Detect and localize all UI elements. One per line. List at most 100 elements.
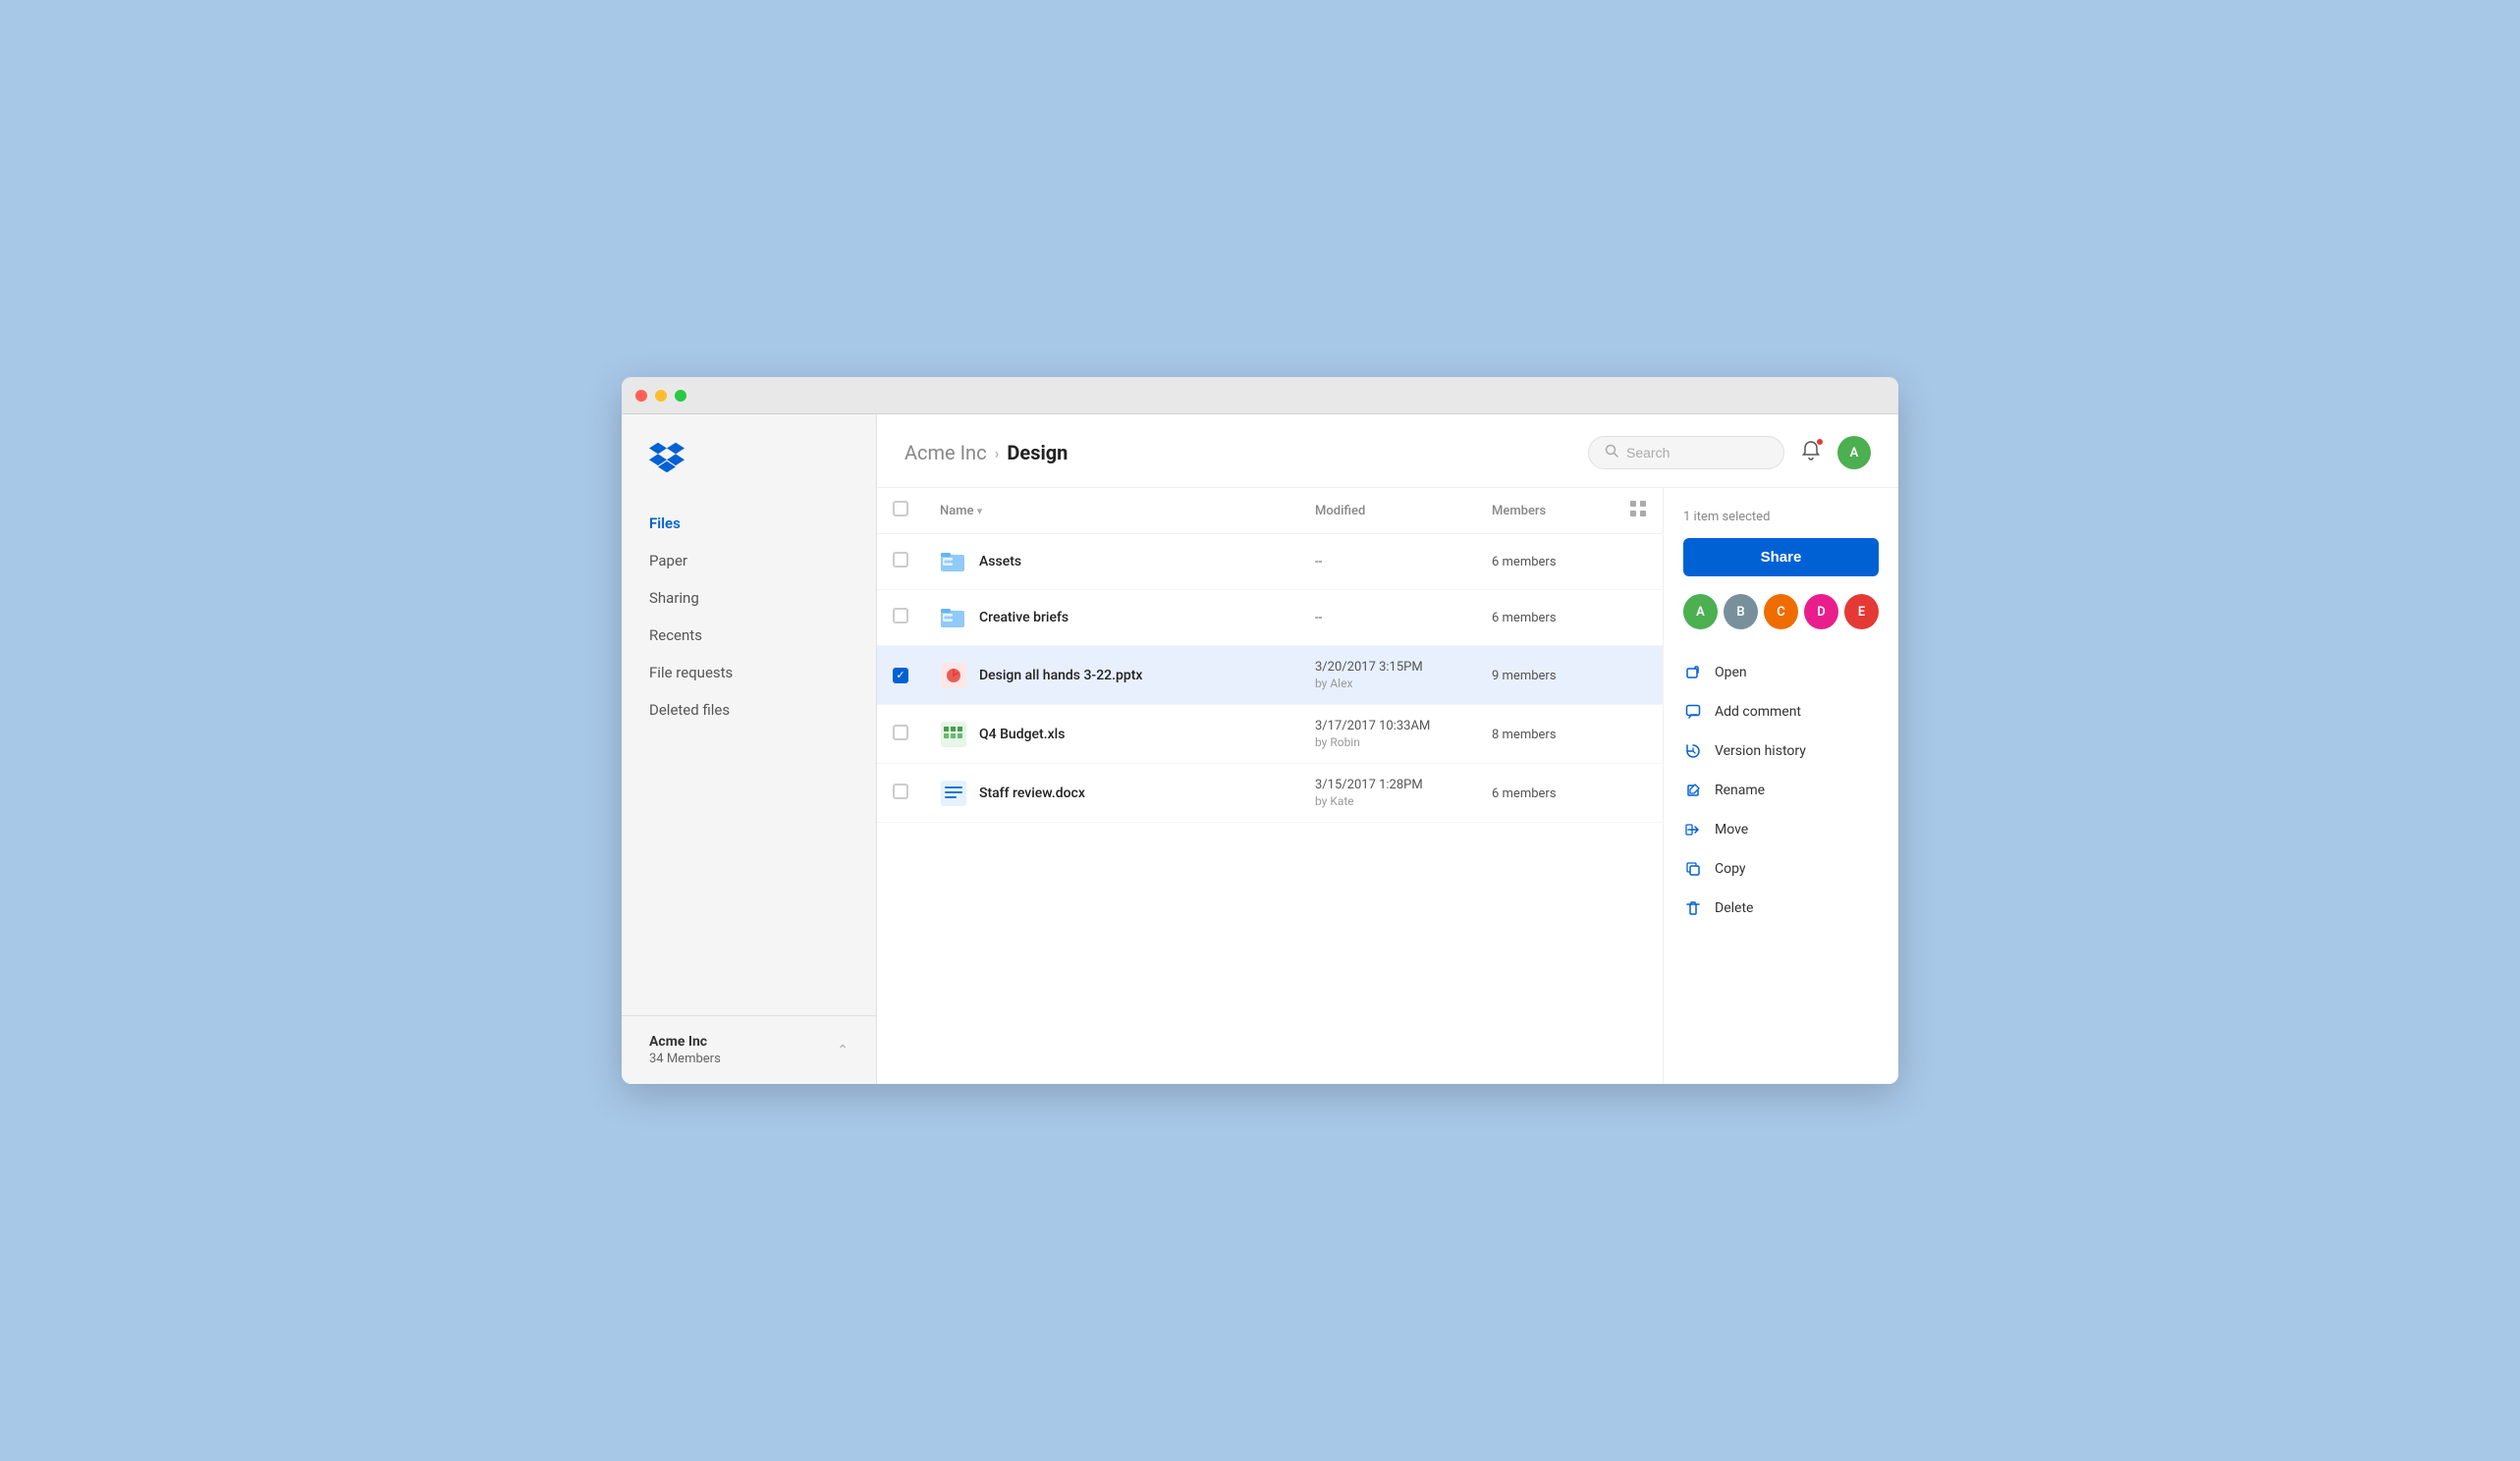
sidebar-item-recents[interactable]: Recents: [622, 617, 876, 654]
action-rename[interactable]: Rename: [1683, 771, 1879, 810]
action-copy[interactable]: Copy: [1683, 849, 1879, 889]
file-icon-folder-group: [940, 604, 967, 631]
modified-date: --: [1315, 555, 1322, 569]
user-avatar[interactable]: A: [1837, 436, 1871, 469]
traffic-light-red[interactable]: [635, 390, 647, 402]
action-delete[interactable]: Delete: [1683, 889, 1879, 928]
row-checkbox[interactable]: [893, 784, 908, 799]
td-checkbox[interactable]: [877, 764, 924, 823]
table-row[interactable]: Q4 Budget.xls 3/17/2017 10:33AM by Robin…: [877, 705, 1663, 764]
row-checkbox[interactable]: ✓: [893, 668, 908, 683]
selected-label: 1 item selected: [1683, 510, 1879, 524]
modified-date: 3/20/2017 3:15PM: [1315, 660, 1460, 675]
open-icon: [1683, 663, 1703, 682]
table-row[interactable]: ✓ Design all hands 3-22.pptx 3/20/2017 3…: [877, 646, 1663, 705]
file-icon-pptx: [940, 662, 967, 689]
td-actions: [1614, 646, 1663, 705]
member-avatar-2[interactable]: C: [1764, 594, 1798, 629]
breadcrumb-separator: ›: [995, 444, 1000, 462]
right-panel: 1 item selected Share ABCDE Open Add com…: [1663, 488, 1898, 1084]
row-checkbox[interactable]: [893, 725, 908, 740]
table-row[interactable]: Creative briefs -- 6 members: [877, 590, 1663, 646]
workspace-members: 34 Members: [649, 1052, 721, 1066]
notification-badge: [1816, 438, 1824, 446]
file-row: Creative briefs: [940, 604, 1284, 631]
td-name: Assets: [924, 534, 1299, 590]
modified-date: 3/17/2017 10:33AM: [1315, 719, 1460, 733]
search-bar[interactable]: [1588, 436, 1784, 469]
row-checkbox[interactable]: [893, 608, 908, 623]
search-input[interactable]: [1626, 445, 1768, 460]
main-content: Acme Inc › Design: [877, 414, 1898, 1084]
modified-by: by Robin: [1315, 735, 1460, 749]
modified-date: --: [1315, 611, 1322, 625]
th-view-toggle[interactable]: [1614, 488, 1663, 534]
sidebar-footer: Acme Inc 34 Members ⌃: [622, 1015, 876, 1084]
td-modified: --: [1299, 590, 1476, 646]
file-name: Q4 Budget.xls: [979, 727, 1065, 742]
td-checkbox[interactable]: [877, 534, 924, 590]
th-name[interactable]: Name ▾: [924, 488, 1299, 534]
history-icon: [1683, 741, 1703, 761]
members-count: 6 members: [1492, 611, 1557, 625]
td-members: 6 members: [1476, 590, 1614, 646]
row-checkbox[interactable]: [893, 552, 908, 568]
action-label-comment: Add comment: [1715, 704, 1801, 720]
td-checkbox[interactable]: [877, 705, 924, 764]
window-body: Files Paper Sharing Recents File request…: [622, 414, 1898, 1084]
td-checkbox[interactable]: ✓: [877, 646, 924, 705]
name-column-label: Name: [940, 504, 974, 518]
workspace-info: Acme Inc 34 Members: [649, 1034, 721, 1066]
member-avatar-0[interactable]: A: [1683, 594, 1718, 629]
workspace-row[interactable]: Acme Inc 34 Members ⌃: [649, 1034, 849, 1066]
td-name: Design all hands 3-22.pptx: [924, 646, 1299, 705]
th-members: Members: [1476, 488, 1614, 534]
sidebar-item-paper[interactable]: Paper: [622, 542, 876, 579]
traffic-light-green[interactable]: [675, 390, 686, 402]
file-row: Assets: [940, 548, 1284, 575]
sidebar-item-file-requests[interactable]: File requests: [622, 654, 876, 691]
breadcrumb-current: Design: [1007, 441, 1068, 464]
file-name: Design all hands 3-22.pptx: [979, 668, 1142, 683]
traffic-light-yellow[interactable]: [655, 390, 667, 402]
members-count: 8 members: [1492, 728, 1557, 742]
sidebar-item-sharing[interactable]: Sharing: [622, 579, 876, 617]
table-row[interactable]: Staff review.docx 3/15/2017 1:28PM by Ka…: [877, 764, 1663, 823]
sidebar-nav: Files Paper Sharing Recents File request…: [622, 505, 876, 1015]
comment-icon: [1683, 702, 1703, 722]
file-table: Name ▾ Modified Members: [877, 488, 1663, 823]
action-version-history[interactable]: Version history: [1683, 731, 1879, 771]
copy-icon: [1683, 859, 1703, 879]
member-avatar-1[interactable]: B: [1724, 594, 1758, 629]
sidebar-item-deleted-files[interactable]: Deleted files: [622, 691, 876, 729]
member-avatar-3[interactable]: D: [1804, 594, 1838, 629]
member-avatar-4[interactable]: E: [1844, 594, 1879, 629]
td-members: 6 members: [1476, 534, 1614, 590]
share-button[interactable]: Share: [1683, 538, 1879, 576]
action-move[interactable]: Move: [1683, 810, 1879, 849]
th-modified: Modified: [1299, 488, 1476, 534]
action-open[interactable]: Open: [1683, 653, 1879, 692]
sidebar: Files Paper Sharing Recents File request…: [622, 414, 877, 1084]
action-comment[interactable]: Add comment: [1683, 692, 1879, 731]
td-modified: 3/15/2017 1:28PM by Kate: [1299, 764, 1476, 823]
content-area: Name ▾ Modified Members: [877, 488, 1898, 1084]
members-column-label: Members: [1492, 504, 1546, 518]
sort-icon: ▾: [977, 505, 983, 517]
modified-by: by Alex: [1315, 676, 1460, 690]
th-select-all[interactable]: [877, 488, 924, 534]
td-modified: 3/20/2017 3:15PM by Alex: [1299, 646, 1476, 705]
notification-bell[interactable]: [1800, 440, 1822, 466]
table-row[interactable]: Assets -- 6 members: [877, 534, 1663, 590]
sidebar-item-files[interactable]: Files: [622, 505, 876, 542]
td-name: Q4 Budget.xls: [924, 705, 1299, 764]
td-checkbox[interactable]: [877, 590, 924, 646]
select-all-checkbox[interactable]: [893, 501, 908, 516]
action-label-copy: Copy: [1715, 861, 1746, 877]
td-actions: [1614, 590, 1663, 646]
rename-icon: [1683, 781, 1703, 800]
td-members: 6 members: [1476, 764, 1614, 823]
action-label-move: Move: [1715, 822, 1748, 838]
action-label-delete: Delete: [1715, 900, 1753, 916]
breadcrumb-parent: Acme Inc: [904, 441, 987, 464]
